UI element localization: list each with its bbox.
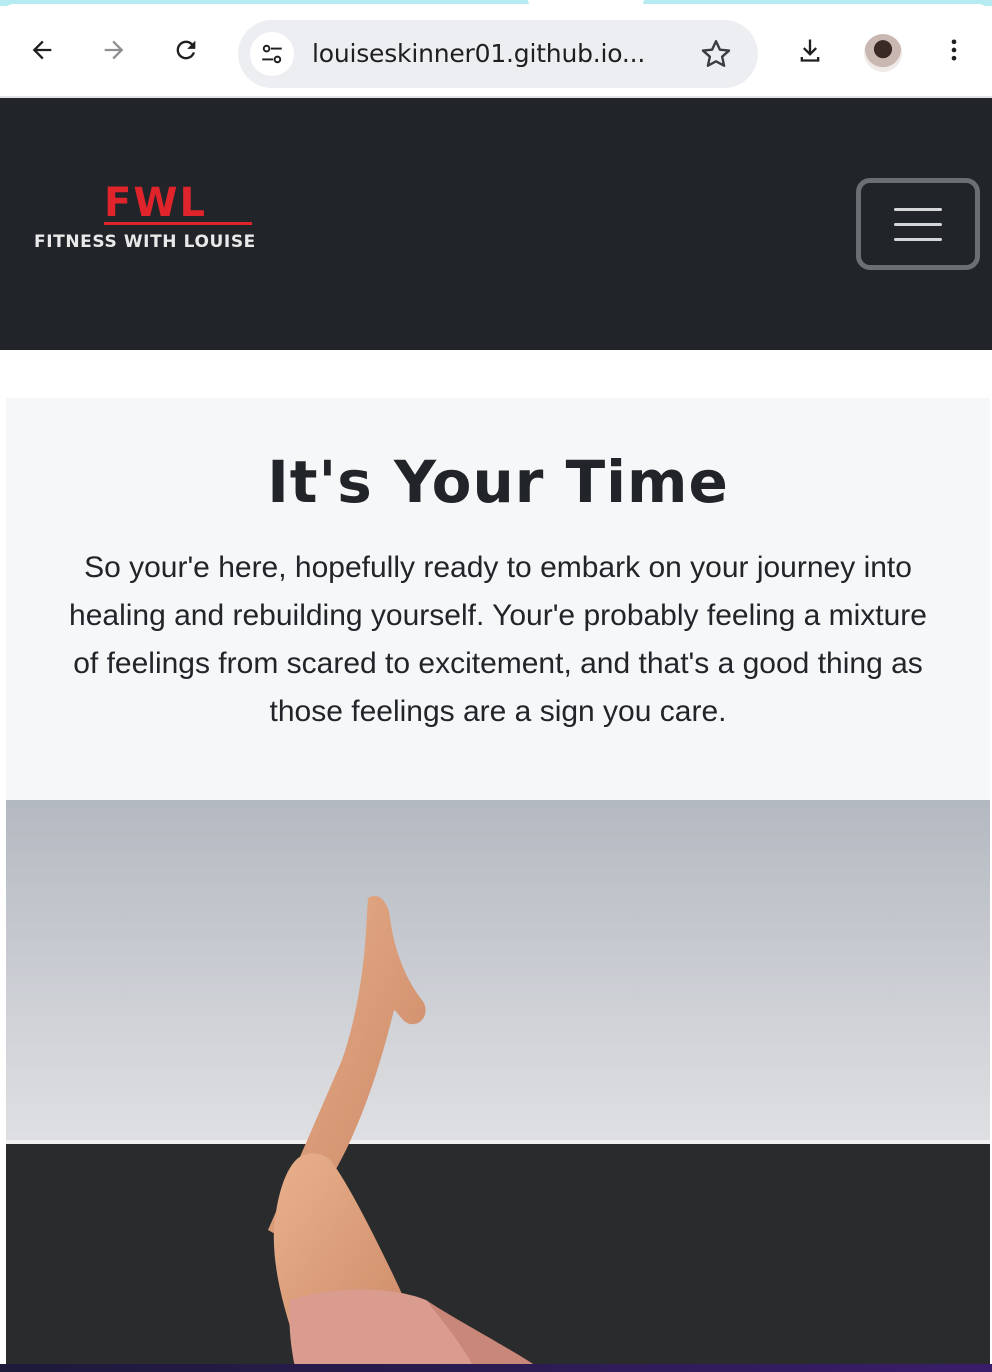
hero-photo bbox=[6, 800, 990, 1372]
hamburger-line bbox=[894, 222, 942, 226]
nav-toggle-button[interactable] bbox=[856, 178, 980, 270]
address-bar[interactable]: louiseskinner01.github.io... bbox=[238, 20, 758, 88]
site-navbar: FWL FITNESS WITH LOUISE bbox=[0, 98, 992, 350]
download-icon bbox=[800, 39, 820, 62]
hero-title: It's Your Time bbox=[267, 448, 729, 516]
profile-avatar[interactable] bbox=[864, 34, 902, 72]
tune-icon bbox=[262, 44, 282, 64]
url-text[interactable]: louiseskinner01.github.io... bbox=[312, 39, 645, 68]
forward-button[interactable] bbox=[90, 26, 138, 74]
browser-menu-button[interactable] bbox=[930, 26, 978, 74]
hamburger-icon bbox=[894, 207, 942, 211]
arrow-left-icon bbox=[32, 40, 52, 60]
window-bottom-strip bbox=[0, 1364, 992, 1372]
reload-button[interactable] bbox=[162, 26, 210, 74]
hero-section: It's Your Time So your'e here, hopefully… bbox=[6, 398, 990, 802]
site-info-button[interactable] bbox=[250, 32, 294, 76]
download-button[interactable] bbox=[786, 26, 834, 74]
hamburger-line bbox=[894, 237, 942, 241]
site-logo[interactable]: FWL FITNESS WITH LOUISE bbox=[34, 180, 320, 254]
browser-toolbar: louiseskinner01.github.io... bbox=[0, 4, 992, 96]
hero-text: So your'e here, hopefully ready to embar… bbox=[69, 551, 927, 728]
back-button[interactable] bbox=[18, 26, 66, 74]
star-icon bbox=[701, 40, 731, 67]
more-vert-icon bbox=[951, 39, 957, 61]
logo-underline bbox=[104, 222, 252, 225]
logo-mark: FWL bbox=[104, 180, 207, 226]
logo-tagline: FITNESS WITH LOUISE bbox=[34, 232, 256, 252]
bookmark-button[interactable] bbox=[698, 36, 734, 72]
reload-icon bbox=[176, 40, 196, 60]
arrow-right-icon bbox=[104, 40, 124, 60]
